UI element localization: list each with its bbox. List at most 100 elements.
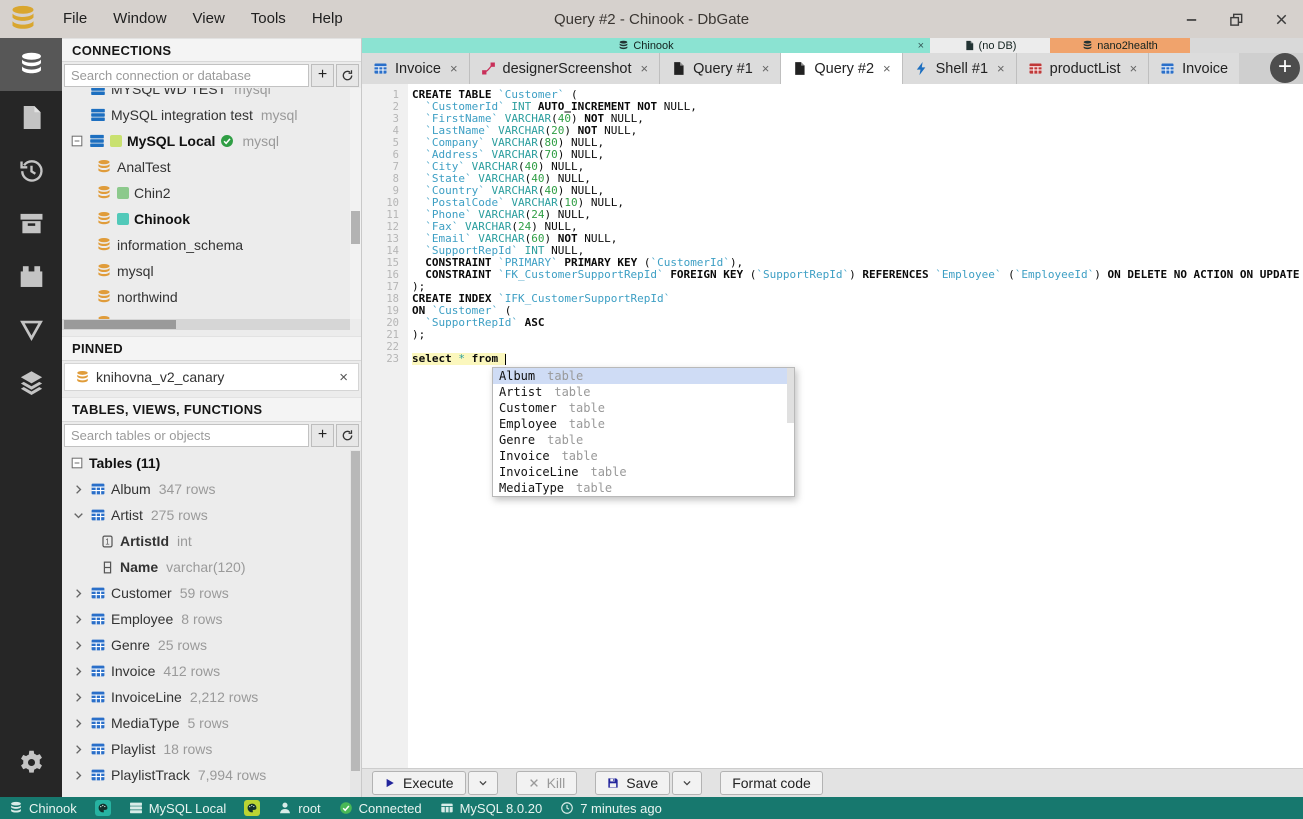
autocomplete-item-invoice[interactable]: Invoice table [493, 448, 794, 464]
tab-invoice[interactable]: Invoice [1149, 53, 1240, 84]
tab-invoice[interactable]: Invoice × [362, 53, 470, 84]
activity-history-icon[interactable] [0, 144, 62, 197]
server-color-chip[interactable] [244, 800, 261, 816]
suggestion-name: Album [499, 369, 536, 383]
add-table-button[interactable]: + [311, 423, 334, 447]
tab-designerscreenshot[interactable]: designerScreenshot × [469, 53, 661, 84]
activity-settings-gear-icon[interactable] [0, 736, 62, 789]
tab-group-label: nano2health [1097, 39, 1158, 52]
autocomplete-item-album[interactable]: Album table [493, 368, 794, 384]
menu-view[interactable]: View [180, 0, 238, 38]
unpin-close-icon[interactable]: × [339, 369, 348, 386]
line-number: 21 [386, 329, 399, 341]
connections-vertical-scrollbar[interactable] [350, 88, 361, 319]
close-tab-icon[interactable]: × [762, 61, 770, 76]
activity-database-icon[interactable] [0, 38, 62, 91]
refresh-tables-button[interactable] [336, 423, 359, 447]
close-tab-icon[interactable]: × [883, 61, 891, 76]
table-item-album[interactable]: Album 347 rows [62, 476, 361, 502]
status-server[interactable]: MySQL Local [129, 801, 226, 816]
tables-search-input[interactable] [64, 423, 309, 447]
table-item-genre[interactable]: Genre 25 rows [62, 632, 361, 658]
close-tab-icon[interactable]: × [450, 61, 458, 76]
pinned-item[interactable]: knihovna_v2_canary × [64, 363, 359, 391]
tab-productlist[interactable]: productList × [1016, 53, 1150, 84]
database-color-chip[interactable] [94, 800, 111, 816]
autocomplete-item-genre[interactable]: Genre table [493, 432, 794, 448]
connection-item-information-schema[interactable]: information_schema [62, 232, 361, 258]
tab-shell-1[interactable]: Shell #1 × [902, 53, 1017, 84]
connection-item-chin2[interactable]: Chin2 [62, 180, 361, 206]
restore-icon[interactable] [1229, 12, 1244, 27]
format-code-button[interactable]: Format code [720, 771, 823, 795]
suggestion-kind: table [568, 401, 605, 415]
table-item-playlist[interactable]: Playlist 18 rows [62, 736, 361, 762]
table-item-invoice[interactable]: Invoice 412 rows [62, 658, 361, 684]
tab-group-chinook[interactable]: Chinook × [362, 38, 930, 53]
connection-item-mysql-local[interactable]: MySQL Local mysql [62, 128, 361, 154]
connection-item-mysql-wd-test[interactable]: MYSQL WD TEST mysql [62, 88, 361, 102]
tables-vertical-scrollbar[interactable] [350, 450, 361, 797]
table-item-invoiceline[interactable]: InvoiceLine 2,212 rows [62, 684, 361, 710]
tab-query-2[interactable]: Query #2 × [781, 53, 903, 84]
sql-editor[interactable]: 1 2 3 4 5 6 7 8 9 10 11 12 13 14 15 16 17 18 19 20 21 22 23 CR… [362, 84, 1303, 768]
tab-group-nano2health[interactable]: nano2health [1050, 38, 1190, 53]
table-item-mediatype[interactable]: MediaType 5 rows [62, 710, 361, 736]
connection-item-northwind[interactable]: northwind [62, 284, 361, 310]
close-tab-icon[interactable]: × [641, 61, 649, 76]
column-item-artistid[interactable]: 1 ArtistId int [62, 528, 361, 554]
table-item-artist[interactable]: Artist 275 rows [62, 502, 361, 528]
connection-item-chinook[interactable]: Chinook [62, 206, 361, 232]
tab-query-1[interactable]: Query #1 × [660, 53, 782, 84]
save-button[interactable]: Save [595, 771, 671, 795]
autocomplete-item-mediatype[interactable]: MediaType table [493, 480, 794, 496]
activity-filter-icon[interactable] [0, 303, 62, 356]
table-row-count: 412 rows [163, 663, 221, 679]
menu-help[interactable]: Help [299, 0, 356, 38]
table-item-employee[interactable]: Employee 8 rows [62, 606, 361, 632]
new-tab-button[interactable]: + [1270, 53, 1300, 83]
activity-plugin-icon[interactable] [0, 250, 62, 303]
tab-group-label: (no DB) [978, 39, 1017, 52]
connection-item-mysql-integration-test[interactable]: MySQL integration test mysql [62, 102, 361, 128]
kill-x-icon [528, 777, 540, 789]
tables-root[interactable]: Tables (11) [62, 450, 361, 476]
column-item-name[interactable]: Name varchar(120) [62, 554, 361, 580]
connections-search-input[interactable] [64, 63, 309, 87]
table-item-customer[interactable]: Customer 59 rows [62, 580, 361, 606]
close-tab-icon[interactable]: × [997, 61, 1005, 76]
layers-icon [18, 369, 45, 396]
autocomplete-item-artist[interactable]: Artist table [493, 384, 794, 400]
activity-file-icon[interactable] [0, 91, 62, 144]
close-tab-icon[interactable]: × [1130, 61, 1138, 76]
minimize-icon[interactable] [1184, 12, 1199, 27]
clock-icon [560, 801, 574, 815]
add-connection-button[interactable]: + [311, 63, 334, 87]
menu-file[interactable]: File [50, 0, 100, 38]
execute-button[interactable]: Execute [372, 771, 466, 795]
editor-gutter: 1 2 3 4 5 6 7 8 9 10 11 12 13 14 15 16 17 18 19 20 21 22 23 [362, 84, 408, 768]
autocomplete-scrollbar[interactable] [787, 368, 794, 423]
line-number: 16 [386, 269, 399, 281]
close-group-icon[interactable]: × [918, 40, 924, 52]
tab-group-no-db[interactable]: (no DB) [930, 38, 1050, 53]
activity-archive-icon[interactable] [0, 197, 62, 250]
table-item-playlisttrack[interactable]: PlaylistTrack 7,994 rows [62, 762, 361, 788]
menu-tools[interactable]: Tools [238, 0, 299, 38]
connection-item-mysql[interactable]: mysql [62, 258, 361, 284]
autocomplete-item-employee[interactable]: Employee table [493, 416, 794, 432]
status-database[interactable]: Chinook [9, 801, 77, 816]
connection-item-analtest[interactable]: AnalTest [62, 154, 361, 180]
close-icon[interactable] [1274, 12, 1289, 27]
autocomplete-item-invoiceline[interactable]: InvoiceLine table [493, 464, 794, 480]
connections-horizontal-scrollbar[interactable] [62, 319, 350, 330]
save-dropdown-button[interactable] [672, 771, 703, 795]
table-row-count: 5 rows [187, 715, 229, 731]
code-line: `SupportRepId` ASC [425, 316, 545, 329]
table-name: Playlist [111, 741, 156, 757]
activity-layers-icon[interactable] [0, 356, 62, 409]
execute-dropdown-button[interactable] [467, 771, 498, 795]
refresh-connections-button[interactable] [336, 63, 359, 87]
autocomplete-item-customer[interactable]: Customer table [493, 400, 794, 416]
menu-window[interactable]: Window [100, 0, 179, 38]
